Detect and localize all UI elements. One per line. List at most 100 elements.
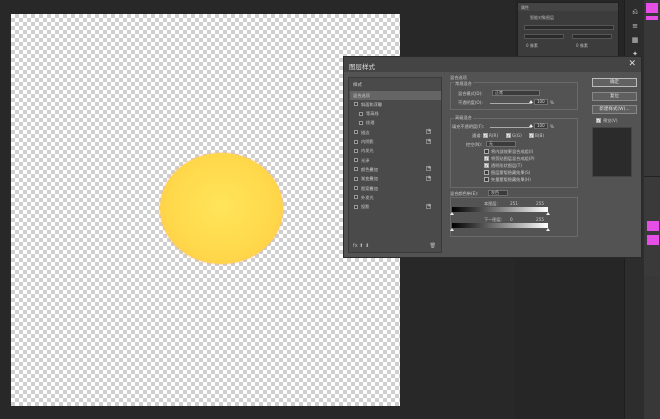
sidebar-item-checkbox[interactable] [354, 204, 358, 209]
sidebar-item-7[interactable]: 光泽 [350, 156, 441, 165]
sun-circle-layer [160, 153, 283, 264]
ok-button[interactable]: 确定 [592, 78, 637, 87]
option-checkbox-4[interactable] [484, 177, 489, 182]
properties-panel-title: 属性 [518, 3, 618, 11]
sidebar-item-label: 描边 [361, 129, 370, 135]
sidebar-item-label: 图案叠加 [361, 185, 378, 191]
option-label-1: 将剪贴图层混合成组(P) [491, 156, 535, 161]
sidebar-item-checkbox[interactable] [354, 167, 358, 172]
option-checkbox-2[interactable]: ✓ [484, 163, 489, 168]
fill-opacity-slider[interactable] [490, 127, 532, 128]
sidebar-item-8[interactable]: 颜色叠加 + [350, 165, 441, 174]
properties-field-h[interactable] [572, 34, 612, 39]
channel-b-label: B(B) [535, 133, 545, 138]
knockout-label: 挖空(N): [466, 142, 483, 147]
sidebar-item-checkbox[interactable] [354, 130, 358, 135]
properties-subtitle: 智能对象图层 [530, 15, 554, 20]
under-layer-min: 0 [510, 217, 513, 222]
sidebar-item-checkbox[interactable] [354, 158, 358, 163]
channel-g-checkbox[interactable]: ✓ [506, 133, 511, 138]
sidebar-item-10[interactable]: 图案叠加 [350, 184, 441, 193]
sidebar-item-label: 渐变叠加 [361, 176, 378, 182]
sidebar-item-label: 颜色叠加 [361, 166, 378, 172]
sidebar-item-label: 光泽 [361, 157, 370, 163]
style-preview-swatch [592, 127, 632, 177]
this-layer-left-knob[interactable] [450, 212, 454, 215]
sidebar-item-4[interactable]: 描边 + [350, 128, 441, 137]
under-layer-right-knob[interactable] [546, 228, 550, 231]
option-checkbox-1[interactable]: ✓ [484, 156, 489, 161]
knockout-select[interactable]: 无 [486, 141, 516, 147]
sidebar-item-5[interactable]: 内阴影 + [350, 138, 441, 147]
close-icon[interactable]: ✕ [628, 59, 636, 69]
reset-button[interactable]: 复位 [592, 92, 637, 101]
blend-if-select[interactable]: 灰色 [488, 190, 508, 196]
fill-opacity-knob[interactable] [529, 124, 533, 127]
fx-icon[interactable]: fx ⬆ ⬇ [353, 243, 369, 249]
advanced-blend-title: 高级混合 [454, 115, 473, 121]
color-swatch-icon[interactable] [646, 3, 658, 13]
sidebar-item-checkbox[interactable] [354, 195, 358, 200]
new-style-button[interactable]: 新建样式(W)... [592, 105, 637, 114]
add-effect-icon[interactable]: + [426, 129, 431, 135]
sidebar-item-12[interactable]: 投影 + [350, 203, 441, 212]
document-canvas[interactable] [11, 14, 400, 406]
dialog-title: 图层样式 [344, 57, 641, 72]
blend-mode-select[interactable]: 正常 [492, 90, 540, 96]
sidebar-item-checkbox[interactable] [354, 186, 358, 190]
add-effect-icon[interactable]: + [426, 203, 431, 209]
under-layer-left-knob[interactable] [450, 228, 454, 231]
blend-mode-label: 混合模式(D): [458, 91, 483, 96]
opacity-label: 不透明度(O): [458, 100, 483, 105]
layers-panel-fragment [644, 176, 660, 276]
sidebar-item-3[interactable]: 纹理 [350, 119, 441, 128]
sidebar-item-checkbox[interactable] [354, 148, 358, 153]
this-layer-right-knob[interactable] [546, 212, 550, 215]
sidebar-item-label: 内发光 [361, 148, 374, 154]
sidebar-item-1[interactable]: 斜面和浮雕 [350, 100, 441, 109]
channel-r-label: R(R) [489, 133, 499, 138]
preview-label: 预览(V) [603, 118, 618, 123]
sidebar-item-9[interactable]: 渐变叠加 + [350, 175, 441, 184]
blend-options-panel: 混合选项 常规混合 混合模式(D): 正常 不透明度(O): 100 % 高级混… [448, 75, 585, 253]
color-bar-icon [646, 16, 658, 20]
option-checkbox-3[interactable] [484, 170, 489, 175]
properties-field-row1[interactable] [524, 25, 614, 30]
sidebar-item-checkbox[interactable] [354, 102, 358, 107]
option-label-4: 矢量蒙版隐藏效果(H) [491, 177, 531, 182]
channel-r-checkbox[interactable]: ✓ [483, 133, 488, 138]
layer-thumb-icon[interactable] [647, 221, 659, 231]
preview-checkbox[interactable]: ✓ [596, 118, 601, 123]
under-layer-max: 255 [536, 217, 544, 222]
sidebar-item-2[interactable]: 等高线 [350, 110, 441, 119]
sidebar-item-label: 投影 [361, 204, 370, 210]
trash-icon[interactable]: 🗑 [430, 243, 436, 249]
properties-field-a: 0 像素 [526, 43, 538, 48]
adjust-icon[interactable]: ≡ [630, 22, 640, 30]
sidebar-item-11[interactable]: 外发光 [350, 193, 441, 202]
sidebar-item-checkbox[interactable] [359, 120, 363, 125]
sidebar-item-checkbox[interactable] [354, 176, 358, 181]
sidebar-item-0[interactable]: 混合选项 [350, 91, 441, 100]
layer-thumb-icon-2[interactable] [647, 235, 659, 245]
sidebar-item-label: 混合选项 [353, 92, 370, 98]
sidebar-item-checkbox[interactable] [354, 139, 358, 144]
sidebar-item-6[interactable]: 内发光 [350, 147, 441, 156]
history-icon[interactable]: ⎌ [630, 8, 640, 16]
fill-opacity-input[interactable]: 100 [534, 123, 548, 129]
add-effect-icon[interactable]: + [426, 175, 431, 181]
properties-field-w[interactable] [524, 34, 564, 39]
sidebar-item-checkbox[interactable] [359, 111, 363, 116]
opacity-input[interactable]: 100 [534, 99, 548, 105]
channel-b-checkbox[interactable]: ✓ [529, 133, 534, 138]
opacity-slider[interactable] [490, 103, 532, 104]
add-effect-icon[interactable]: + [426, 138, 431, 144]
sidebar-item-label: 外发光 [361, 194, 374, 200]
opacity-slider-knob[interactable] [529, 100, 533, 103]
option-label-2: 透明形状图层(T) [491, 163, 522, 168]
option-checkbox-0[interactable] [484, 149, 489, 154]
general-blend-title: 常规混合 [454, 81, 473, 87]
add-effect-icon[interactable]: + [426, 166, 431, 172]
sidebar-title: 样式 [353, 83, 362, 88]
swatch-icon[interactable]: ▦ [630, 36, 640, 44]
